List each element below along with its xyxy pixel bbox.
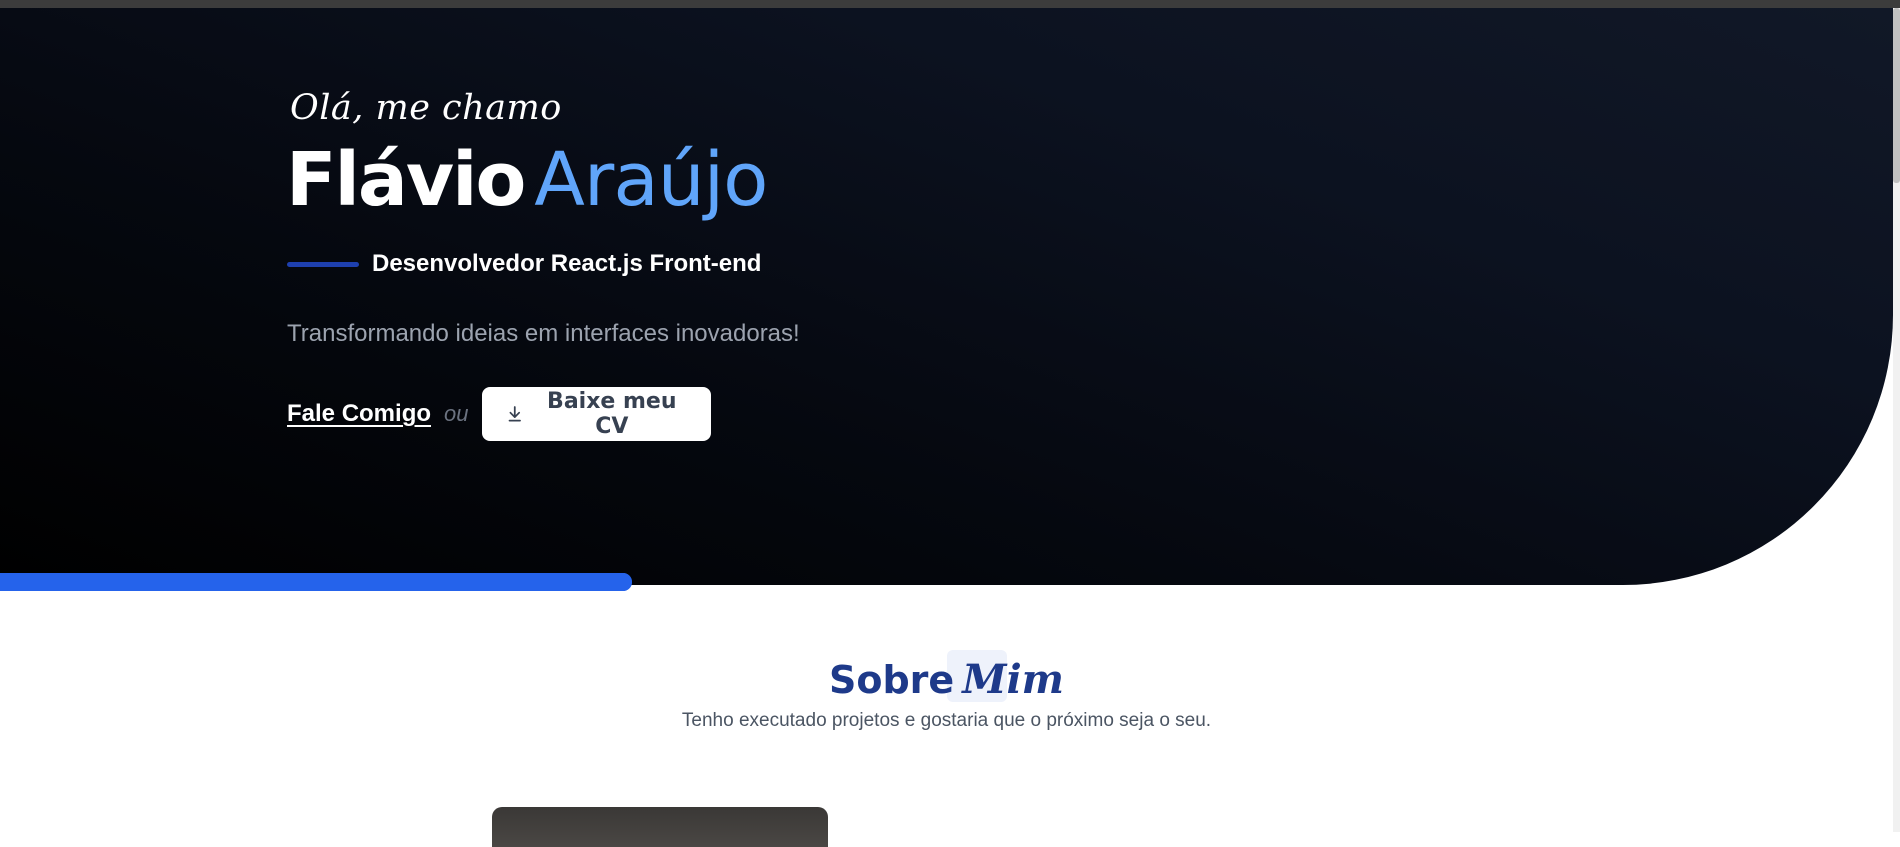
hero-tagline: Transformando ideias em interfaces inova… bbox=[287, 320, 800, 347]
download-cv-button[interactable]: Baixe meu CV bbox=[481, 387, 711, 441]
hero-last-name: Araújo bbox=[534, 137, 768, 223]
download-cv-label: Baixe meu CV bbox=[547, 389, 677, 439]
about-title-bold: Sobre bbox=[829, 658, 955, 702]
about-title-script: Mim bbox=[962, 656, 1064, 703]
hero-section: Olá, me chamo Flávio Araújo Desenvolvedor… bbox=[0, 8, 1893, 585]
hero-role: Desenvolvedor React.js Front-end bbox=[287, 250, 761, 278]
download-icon bbox=[508, 406, 521, 422]
about-heading: Sobre Mim bbox=[0, 650, 1893, 703]
hero-greeting: Olá, me chamo bbox=[290, 88, 562, 128]
scroll-progress-bar bbox=[0, 573, 632, 591]
hero-name: Flávio Araújo bbox=[286, 130, 768, 230]
role-accent-line bbox=[287, 261, 359, 267]
scrollbar-thumb[interactable] bbox=[1893, 8, 1900, 183]
role-text: Desenvolvedor React.js Front-end bbox=[372, 250, 762, 277]
scroll-progress-fill bbox=[0, 573, 632, 591]
browser-top-strip bbox=[0, 0, 1900, 8]
hero-actions: Fale Comigo ou Baixe meu CV bbox=[287, 387, 711, 441]
about-photo bbox=[492, 807, 828, 847]
contact-link[interactable]: Fale Comigo bbox=[287, 400, 431, 428]
hero-first-name: Flávio bbox=[286, 137, 526, 223]
page-scrollbar[interactable] bbox=[1893, 8, 1900, 832]
or-separator: ou bbox=[444, 401, 469, 426]
about-subtitle: Tenho executado projetos e gostaria que … bbox=[681, 710, 1212, 731]
